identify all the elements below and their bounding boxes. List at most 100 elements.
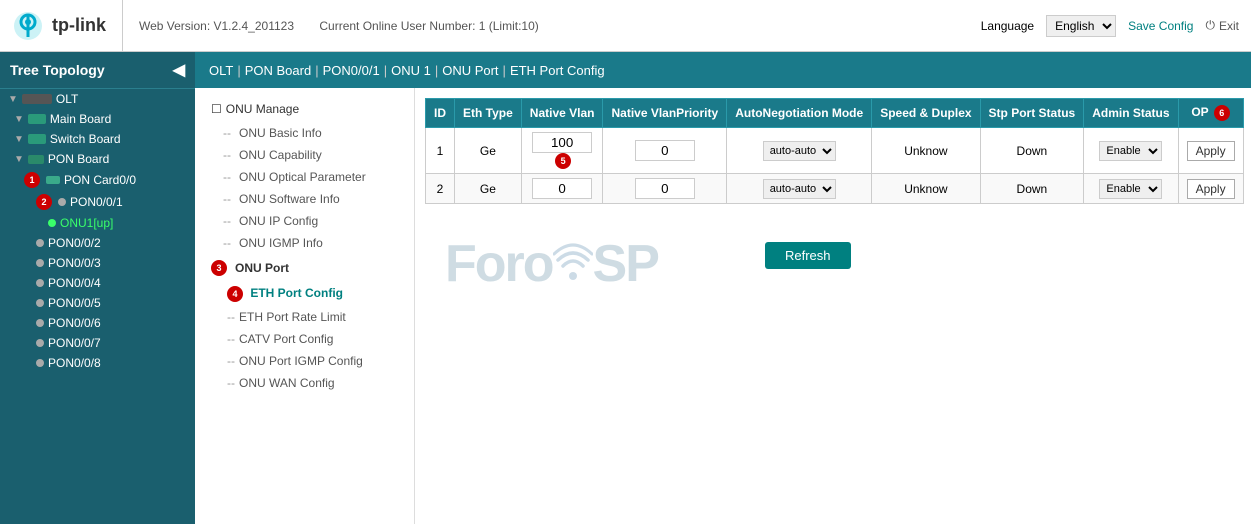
- nav-item-eth-port-rate[interactable]: --ETH Port Rate Limit: [195, 306, 414, 328]
- col-speed-duplex: Speed & Duplex: [872, 99, 980, 128]
- breadcrumb-onuport[interactable]: ONU Port: [442, 63, 498, 78]
- poncard-icon: [46, 176, 60, 184]
- pon005-icon: [36, 299, 44, 307]
- native-vlan-input-2[interactable]: [532, 178, 592, 199]
- refresh-container: Refresh: [765, 242, 851, 269]
- switchboard-icon: [28, 134, 46, 144]
- logo-text: tp-link: [52, 15, 106, 36]
- pon004-icon: [36, 279, 44, 287]
- native-vlan-pri-input-2[interactable]: [635, 178, 695, 199]
- cell-native-vlan-pri-1: [603, 128, 727, 174]
- sidebar-item-pon002[interactable]: PON0/0/2: [0, 233, 195, 253]
- cell-stp-1: Down: [980, 128, 1084, 174]
- badge-1: 1: [24, 172, 40, 188]
- refresh-button[interactable]: Refresh: [765, 242, 851, 269]
- cell-speed-1: Unknow: [872, 128, 980, 174]
- nav-item-onu-basic-info[interactable]: --ONU Basic Info: [195, 122, 414, 144]
- badge-5: 5: [555, 153, 571, 169]
- sidebar-item-mainboard[interactable]: ▼ Main Board: [0, 109, 195, 129]
- sidebar-item-pon003[interactable]: PON0/0/3: [0, 253, 195, 273]
- cell-stp-2: Down: [980, 174, 1084, 204]
- col-autoneg: AutoNegotiation Mode: [727, 99, 872, 128]
- admin-select-2[interactable]: Enable Disable: [1099, 179, 1162, 199]
- sidebar-item-pon001-label: PON0/0/1: [70, 195, 123, 209]
- badge-6: 6: [1214, 105, 1230, 121]
- apply-button-2[interactable]: Apply: [1187, 179, 1235, 199]
- sidebar-item-switchboard[interactable]: ▼ Switch Board: [0, 129, 195, 149]
- table-row: 1 Ge 5 auto-auto: [426, 128, 1244, 174]
- nav-item-onu-optical[interactable]: --ONU Optical Parameter: [195, 166, 414, 188]
- sidebar-item-pon008-label: PON0/0/8: [48, 356, 101, 370]
- sidebar-item-pon008[interactable]: PON0/0/8: [0, 353, 195, 373]
- sidebar-item-olt[interactable]: ▼ OLT: [0, 89, 195, 109]
- badge-4: 4: [227, 286, 243, 302]
- foroisp-watermark: Foro SP: [445, 234, 658, 294]
- nav-section-onu-port: 3 ONU Port: [195, 254, 414, 282]
- breadcrumb-olt[interactable]: OLT: [209, 63, 233, 78]
- sidebar-item-pon004[interactable]: PON0/0/4: [0, 273, 195, 293]
- native-vlan-pri-input-1[interactable]: [635, 140, 695, 161]
- table-row: 2 Ge auto-auto 10-full: [426, 174, 1244, 204]
- sidebar-title: Tree Topology: [10, 62, 105, 78]
- sidebar-item-pon001[interactable]: 2 PON0/0/1: [0, 191, 195, 213]
- breadcrumb-ethportconfig[interactable]: ETH Port Config: [510, 63, 605, 78]
- sidebar-item-pon007-label: PON0/0/7: [48, 336, 101, 350]
- content-area: OLT | PON Board | PON0/0/1 | ONU 1 | ONU…: [195, 52, 1251, 524]
- cell-id-2: 2: [426, 174, 455, 204]
- sidebar-item-onu1[interactable]: ONU1[up]: [0, 213, 195, 233]
- col-native-vlan-priority: Native VlanPriority: [603, 99, 727, 128]
- breadcrumb-ponboard[interactable]: PON Board: [245, 63, 311, 78]
- sidebar-item-pon007[interactable]: PON0/0/7: [0, 333, 195, 353]
- sidebar-item-pon005[interactable]: PON0/0/5: [0, 293, 195, 313]
- autoneg-select-1[interactable]: auto-auto 10-full 10-half 100-full 100-h…: [763, 141, 836, 161]
- breadcrumb-pon001[interactable]: PON0/0/1: [323, 63, 380, 78]
- sidebar-collapse-button[interactable]: ◀: [173, 60, 185, 80]
- nav-item-onu-port-igmp[interactable]: --ONU Port IGMP Config: [195, 350, 414, 372]
- pon001-icon: [58, 198, 66, 206]
- sidebar-item-ponboard[interactable]: ▼ PON Board: [0, 149, 195, 169]
- cell-native-vlan-pri-2: [603, 174, 727, 204]
- sep2: |: [315, 63, 318, 78]
- sidebar-item-poncard[interactable]: 1 PON Card0/0: [0, 169, 195, 191]
- nav-item-onu-capability[interactable]: --ONU Capability: [195, 144, 414, 166]
- sep3: |: [384, 63, 387, 78]
- exit-button[interactable]: ⏻ Exit: [1205, 18, 1239, 33]
- language-label: Language: [981, 19, 1034, 33]
- breadcrumb-onu1[interactable]: ONU 1: [391, 63, 431, 78]
- breadcrumb: OLT | PON Board | PON0/0/1 | ONU 1 | ONU…: [195, 52, 1251, 88]
- main-layout: Tree Topology ◀ ▼ OLT ▼ Main Board ▼ Swi…: [0, 52, 1251, 524]
- autoneg-select-2[interactable]: auto-auto 10-full 10-half 100-full 100-h…: [763, 179, 836, 199]
- cell-speed-2: Unknow: [872, 174, 980, 204]
- apply-button-1[interactable]: Apply: [1187, 141, 1235, 161]
- sidebar-item-onu1-label: ONU1[up]: [60, 216, 113, 230]
- sidebar-item-ponboard-label: PON Board: [48, 152, 109, 166]
- nav-item-onu-software[interactable]: --ONU Software Info: [195, 188, 414, 210]
- cell-op-1: Apply: [1178, 128, 1243, 174]
- native-vlan-input-1[interactable]: [532, 132, 592, 153]
- header: tp-link Web Version: V1.2.4_201123 Curre…: [0, 0, 1251, 52]
- sep1: |: [237, 63, 240, 78]
- sidebar-item-switchboard-label: Switch Board: [50, 132, 121, 146]
- header-right: Language English Save Config ⏻ Exit: [981, 15, 1239, 37]
- pon008-icon: [36, 359, 44, 367]
- pon006-icon: [36, 319, 44, 327]
- pon007-icon: [36, 339, 44, 347]
- cell-eth-type-2: Ge: [455, 174, 522, 204]
- nav-section-onu-manage: ☐ ONU Manage: [195, 96, 414, 122]
- col-op: OP 6: [1178, 99, 1243, 128]
- language-select[interactable]: English: [1046, 15, 1116, 37]
- sep4: |: [435, 63, 438, 78]
- nav-item-onu-igmp[interactable]: --ONU IGMP Info: [195, 232, 414, 254]
- save-config-button[interactable]: Save Config: [1128, 19, 1193, 33]
- nav-item-catv[interactable]: --CATV Port Config: [195, 328, 414, 350]
- cell-op-2: Apply: [1178, 174, 1243, 204]
- nav-item-eth-port-config[interactable]: 4 ETH Port Config: [195, 282, 414, 306]
- admin-select-1[interactable]: Enable Disable: [1099, 141, 1162, 161]
- pon003-icon: [36, 259, 44, 267]
- badge-2: 2: [36, 194, 52, 210]
- sidebar-item-pon006[interactable]: PON0/0/6: [0, 313, 195, 333]
- ponboard-icon: [28, 155, 44, 164]
- nav-item-onu-ip[interactable]: --ONU IP Config: [195, 210, 414, 232]
- nav-item-onu-wan[interactable]: --ONU WAN Config: [195, 372, 414, 394]
- tplink-logo-icon: [12, 10, 44, 42]
